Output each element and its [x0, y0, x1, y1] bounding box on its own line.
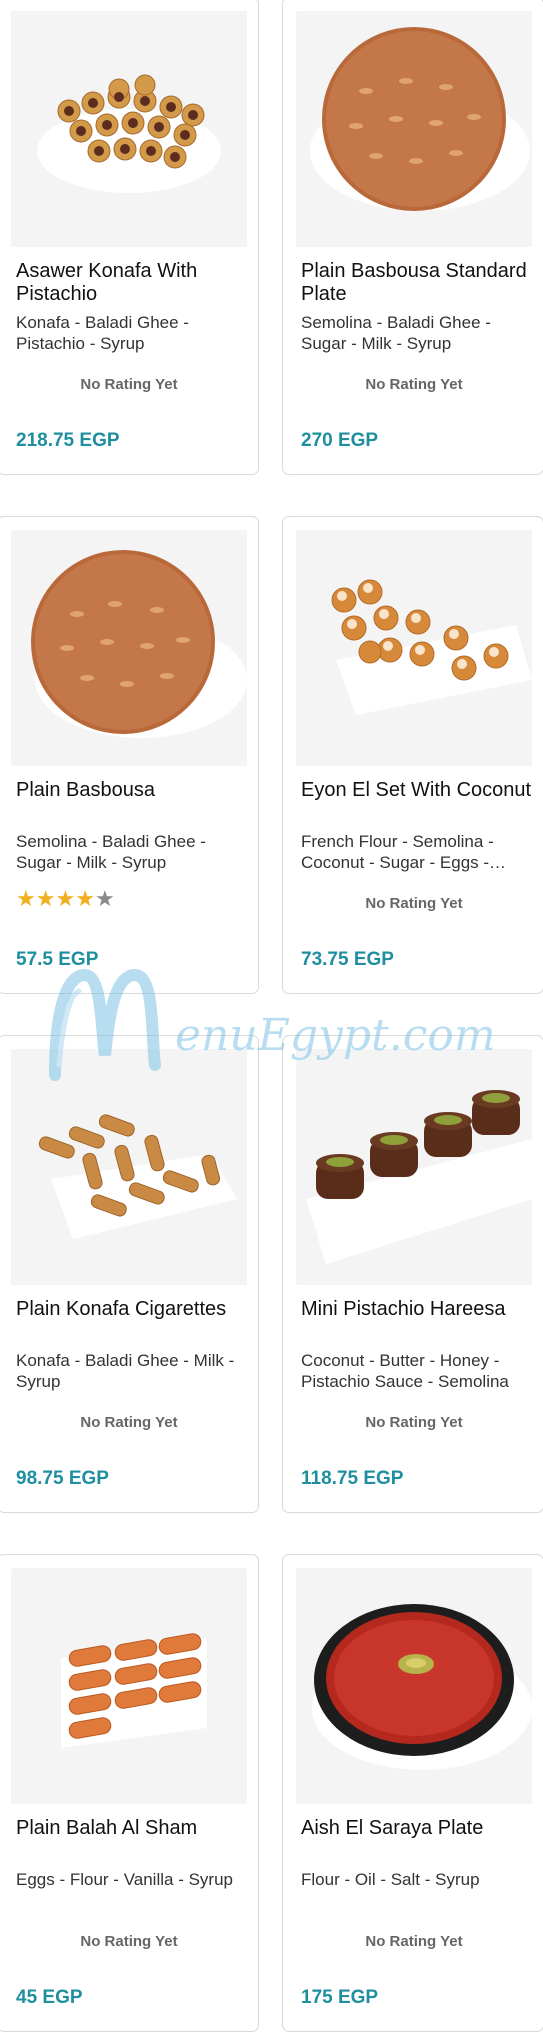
product-card-basbousa-plate[interactable]: Plain Basbousa Standard Plate Semolina -… — [282, 0, 543, 475]
asawer-konafa-photo — [11, 11, 247, 247]
star-icon-empty: ★ — [94, 886, 115, 911]
star-rating: ★★★★★ — [16, 886, 115, 912]
product-card-basbousa[interactable]: Plain Basbousa Semolina - Baladi Ghee - … — [0, 516, 259, 994]
product-price: 270 EGP — [301, 430, 379, 451]
aish-el-saraya-photo — [296, 1568, 532, 1804]
product-name: Aish El Saraya Plate — [301, 1817, 484, 1839]
basbousa-photo — [11, 530, 247, 766]
rating-status: No Rating Yet — [80, 1933, 178, 1950]
product-price: 45 EGP — [16, 1987, 83, 2008]
product-ingredients: Semolina - Baladi Ghee - Sugar - Milk - … — [301, 313, 491, 353]
product-ingredients: Konafa - Baladi Ghee - Pistachio - Syrup — [16, 313, 189, 353]
rating-status: No Rating Yet — [80, 376, 178, 393]
product-price: 175 EGP — [301, 1987, 379, 2008]
product-card-asawer-konafa[interactable]: Asawer Konafa With Pistachio Konafa - Ba… — [0, 0, 259, 475]
product-price: 218.75 EGP — [16, 430, 120, 451]
balah-al-sham-photo — [11, 1568, 247, 1804]
pistachio-hareesa-photo — [296, 1049, 532, 1285]
product-price: 98.75 EGP — [16, 1468, 109, 1489]
product-ingredients: Semolina - Baladi Ghee - Sugar - Milk - … — [16, 832, 206, 872]
product-ingredients: Konafa - Baladi Ghee - Milk - Syrup — [16, 1351, 235, 1391]
product-ingredients: Eggs - Flour - Vanilla - Syrup — [16, 1870, 233, 1889]
product-name: Plain Basbousa — [16, 779, 155, 801]
star-icon-filled: ★ — [35, 886, 56, 911]
star-icon-filled: ★ — [75, 886, 95, 911]
product-name: Plain Basbousa Standard Plate — [301, 260, 527, 305]
product-name: Plain Konafa Cigarettes — [16, 1298, 227, 1320]
product-name: Eyon El Set With Coconut — [301, 779, 532, 801]
product-ingredients: Coconut - Butter - Honey - Pistachio Sau… — [301, 1351, 509, 1391]
product-card-eyon-el-set[interactable]: Eyon El Set With Coconut French Flour - … — [282, 516, 543, 994]
basbousa-plate-photo — [296, 11, 532, 247]
konafa-cigarettes-photo — [11, 1049, 247, 1285]
rating-status: No Rating Yet — [365, 1414, 463, 1431]
star-icon-filled: ★ — [16, 886, 36, 911]
rating-status: No Rating Yet — [365, 895, 463, 912]
product-name: Plain Balah Al Sham — [16, 1817, 198, 1839]
star-icon-filled: ★ — [55, 886, 76, 911]
product-ingredients: Flour - Oil - Salt - Syrup — [301, 1870, 480, 1889]
product-card-aish-el-saraya[interactable]: Aish El Saraya Plate Flour - Oil - Salt … — [282, 1554, 543, 2032]
product-name: Mini Pistachio Hareesa — [301, 1298, 506, 1320]
product-ingredients: French Flour - Semolina - Coconut - Suga… — [301, 832, 494, 872]
product-price: 118.75 EGP — [301, 1468, 404, 1489]
product-name: Asawer Konafa With Pistachio — [16, 260, 198, 305]
rating-status: No Rating Yet — [365, 1933, 463, 1950]
rating-status: No Rating Yet — [365, 376, 463, 393]
product-price: 57.5 EGP — [16, 949, 99, 970]
product-card-pistachio-hareesa[interactable]: Mini Pistachio Hareesa Coconut - Butter … — [282, 1035, 543, 1513]
product-price: 73.75 EGP — [301, 949, 394, 970]
product-card-konafa-cigarettes[interactable]: Plain Konafa Cigarettes Konafa - Baladi … — [0, 1035, 259, 1513]
rating-status: No Rating Yet — [80, 1414, 178, 1431]
product-card-balah-al-sham[interactable]: Plain Balah Al Sham Eggs - Flour - Vanil… — [0, 1554, 259, 2032]
eyon-el-set-photo — [296, 530, 532, 766]
